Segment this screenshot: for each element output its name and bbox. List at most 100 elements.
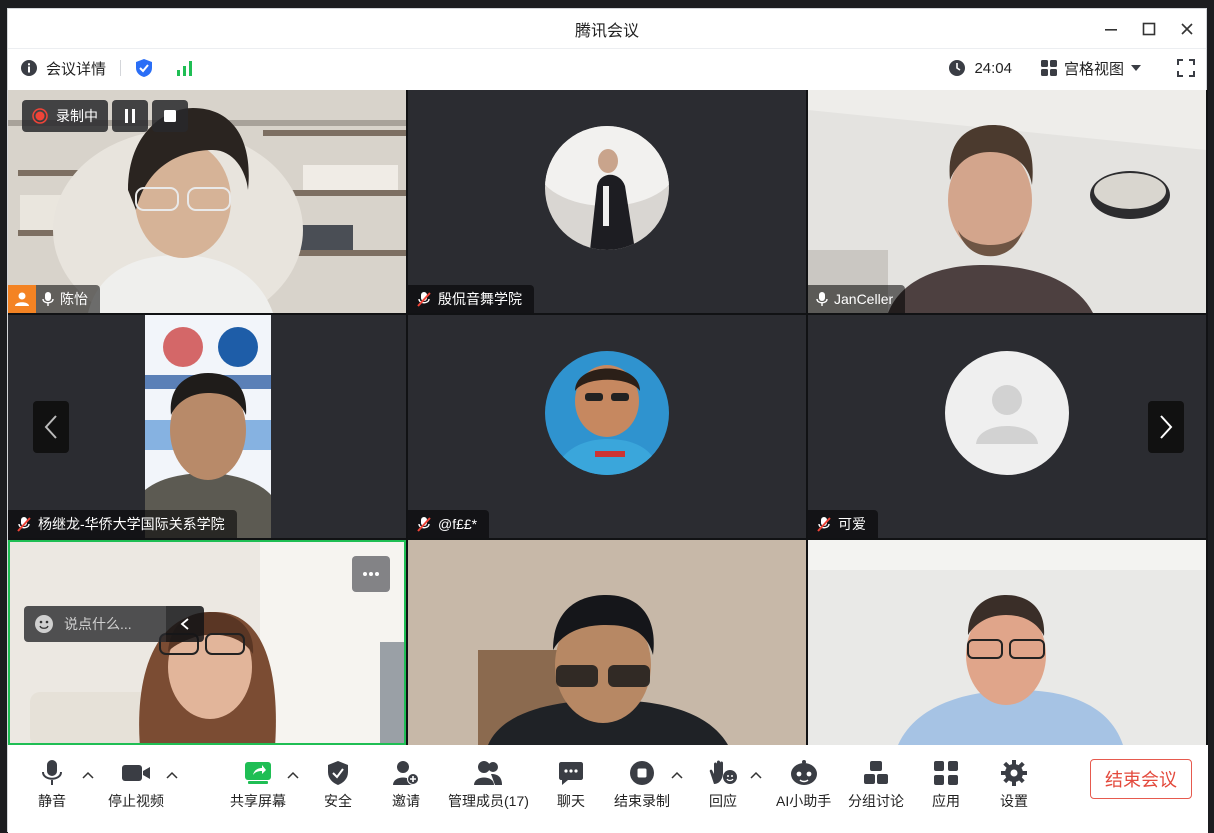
participant-name-chip: 杨继龙-华侨大学国际关系学院 (8, 510, 237, 538)
participant-name-chip: @f££* (408, 510, 490, 538)
invite-button[interactable]: 邀请 (392, 759, 420, 811)
video-tile[interactable]: 殷侃音舞学院 (408, 90, 806, 313)
participant-name-chip: JanCeller (808, 285, 906, 313)
chevron-left-icon (180, 618, 189, 630)
chat-label: 聊天 (557, 793, 585, 809)
microphone-muted-icon (17, 517, 31, 532)
raise-hand-icon (709, 760, 737, 784)
recording-label: 录制中 (56, 108, 98, 124)
video-tile[interactable]: @f££* (408, 315, 806, 538)
recording-panel: 录制中 (22, 100, 188, 132)
chevron-left-icon (44, 415, 57, 439)
avatar-photo (545, 351, 669, 475)
microphone-icon (42, 760, 62, 785)
minimize-button[interactable] (1092, 9, 1130, 49)
collapse-chat-button[interactable] (166, 606, 204, 642)
stop-video-label: 停止视频 (108, 793, 164, 809)
mute-button[interactable]: 静音 (38, 759, 66, 811)
stop-recording-icon (630, 761, 654, 785)
avatar-photo (545, 126, 669, 250)
info-icon (21, 60, 37, 76)
video-tile[interactable]: JanCeller (808, 90, 1206, 313)
close-button[interactable] (1168, 9, 1206, 49)
more-options-button[interactable] (352, 556, 390, 592)
previous-page-button[interactable] (33, 401, 69, 453)
host-user-icon (15, 292, 29, 306)
end-meeting-button[interactable]: 结束会议 (1090, 759, 1192, 799)
user-placeholder-icon (976, 385, 1038, 444)
signal-strength-icon[interactable] (175, 59, 195, 77)
video-feed-image (10, 542, 404, 743)
participant-name: @f££* (438, 516, 478, 532)
breakout-rooms-icon (864, 761, 888, 784)
video-tile[interactable]: 可爱 (808, 315, 1206, 538)
quick-chat-input[interactable]: 说点什么... (24, 606, 206, 642)
emoji-icon[interactable] (34, 614, 54, 634)
recording-status[interactable]: 录制中 (22, 100, 108, 132)
security-button[interactable]: 安全 (324, 759, 352, 811)
stop-icon (164, 110, 176, 122)
participant-name: 殷侃音舞学院 (438, 291, 522, 307)
share-options-caret-icon[interactable] (287, 771, 299, 779)
security-label: 安全 (324, 793, 352, 809)
share-screen-icon (245, 762, 271, 784)
mute-label: 静音 (38, 793, 66, 809)
video-tile[interactable]: 杨继龙-华侨大学国际关系学院 (8, 315, 406, 538)
breakout-rooms-button[interactable]: 分组讨论 (848, 759, 904, 811)
stop-video-button[interactable]: 停止视频 (108, 759, 164, 811)
microphone-muted-icon (417, 517, 431, 532)
share-screen-button[interactable]: 共享屏幕 (230, 759, 286, 811)
caret-down-icon (1131, 65, 1141, 71)
manage-members-button[interactable]: 管理成员(17) (448, 759, 529, 811)
video-tile[interactable] (808, 540, 1206, 745)
clock-icon (949, 60, 966, 76)
default-avatar (945, 351, 1069, 475)
end-recording-button[interactable]: 结束录制 (614, 759, 670, 811)
close-icon (1181, 23, 1193, 35)
video-tile[interactable]: 录制中 陈怡 (8, 90, 406, 313)
video-feed-image (808, 90, 1206, 313)
view-mode-label: 宫格视图 (1063, 60, 1124, 78)
settings-button[interactable]: 设置 (1000, 759, 1028, 811)
recording-options-caret-icon[interactable] (671, 771, 683, 779)
manage-members-label: 管理成员(17) (448, 793, 529, 809)
maximize-icon (1142, 22, 1156, 36)
shield-check-icon[interactable] (135, 58, 153, 78)
meeting-info-bar: 会议详情 24:04 宫格视图 (8, 50, 1206, 86)
meeting-toolbar: 静音 停止视频 共享屏幕 安全 邀请 管理成员(17) 聊天 结束录制 回应 A… (8, 745, 1208, 833)
participant-name: 杨继龙-华侨大学国际关系学院 (38, 516, 225, 532)
maximize-button[interactable] (1130, 9, 1168, 49)
pause-recording-button[interactable] (112, 100, 148, 132)
participant-avatar (545, 126, 669, 250)
reaction-label: 回应 (709, 793, 737, 809)
microphone-muted-icon (417, 292, 431, 307)
view-mode-dropdown[interactable]: 宫格视图 (1040, 58, 1142, 79)
chat-input-field[interactable]: 说点什么... (24, 606, 166, 642)
video-options-caret-icon[interactable] (166, 771, 178, 779)
reaction-button[interactable]: 回应 (708, 759, 738, 811)
participant-name-chip: 可爱 (808, 510, 878, 538)
participant-name: 可爱 (838, 516, 866, 532)
share-screen-label: 共享屏幕 (230, 793, 286, 809)
gear-icon (1001, 760, 1027, 786)
apps-button[interactable]: 应用 (932, 759, 960, 811)
mute-options-caret-icon[interactable] (82, 771, 94, 779)
video-feed-image (408, 540, 806, 745)
participant-avatar (545, 351, 669, 475)
title-bar: 腾讯会议 (8, 9, 1206, 49)
reaction-options-caret-icon[interactable] (750, 771, 762, 779)
microphone-muted-icon (817, 517, 831, 532)
chat-button[interactable]: 聊天 (557, 759, 585, 811)
ai-assistant-button[interactable]: AI小助手 (776, 759, 831, 811)
host-badge (8, 285, 36, 313)
stop-recording-button[interactable] (152, 100, 188, 132)
microphone-icon (42, 292, 54, 306)
pause-icon (125, 109, 135, 123)
next-page-button[interactable] (1148, 401, 1184, 453)
apps-grid-icon (934, 761, 958, 785)
video-tile-active-speaker[interactable]: 说点什么... (8, 540, 406, 745)
record-dot-icon (32, 108, 48, 124)
video-tile[interactable] (408, 540, 806, 745)
fullscreen-icon[interactable] (1176, 58, 1196, 78)
meeting-details-button[interactable]: 会议详情 (20, 58, 106, 79)
